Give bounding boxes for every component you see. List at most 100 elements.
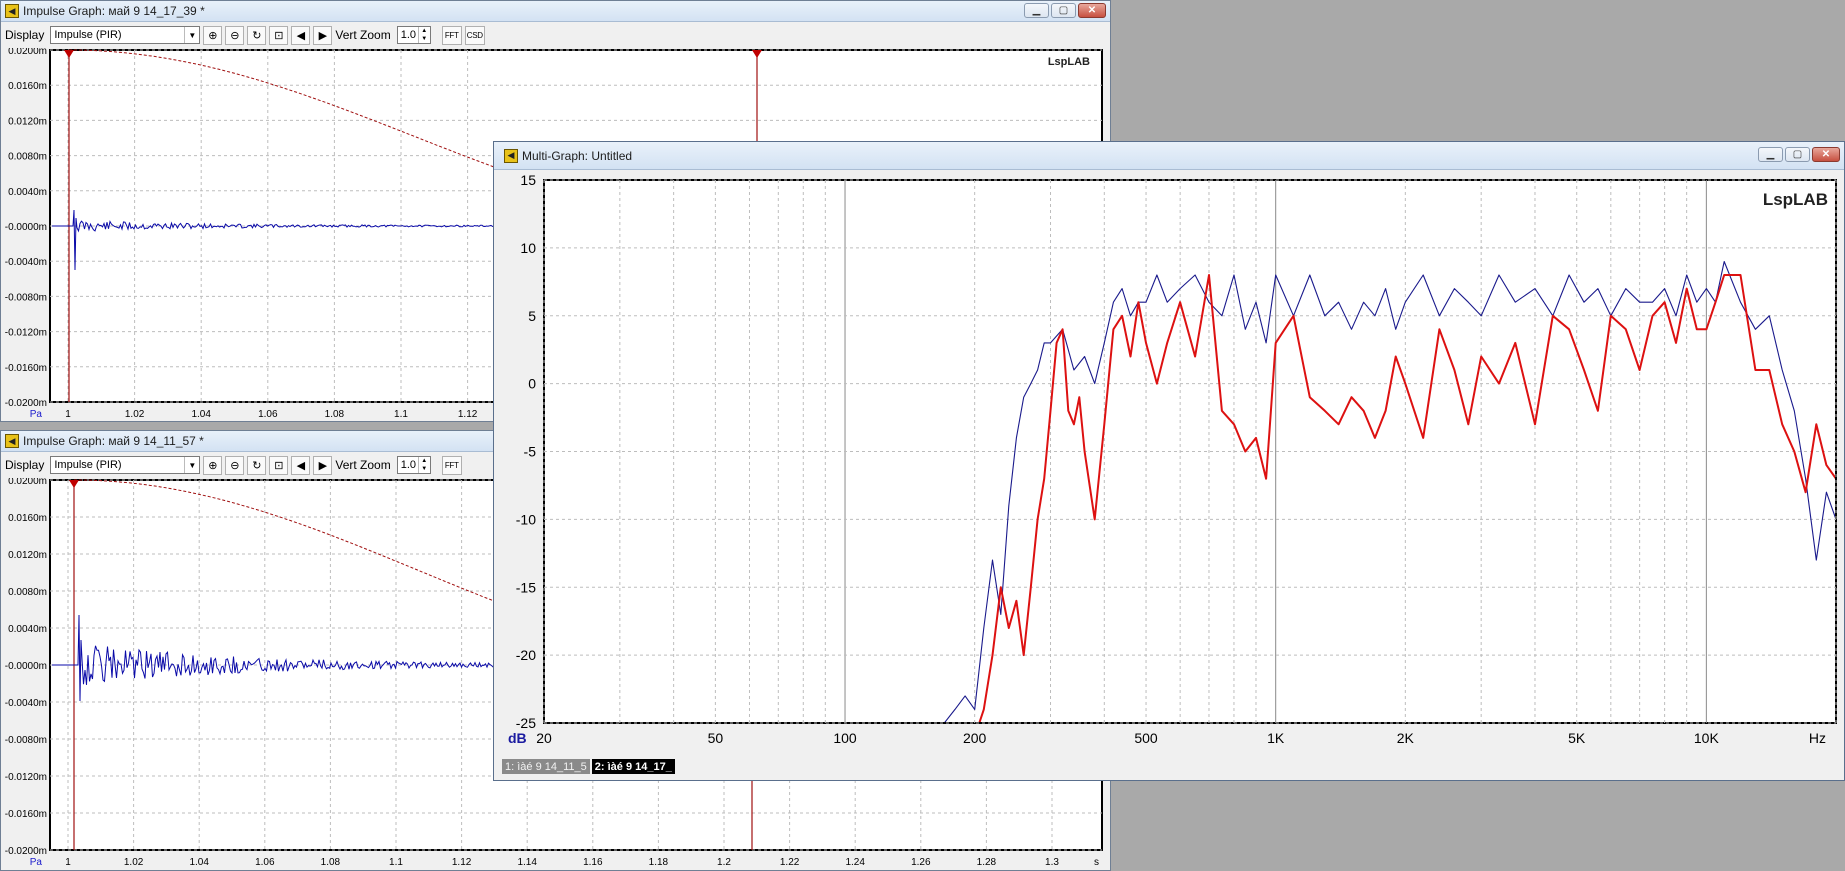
scroll-left-icon[interactable]: ◀ [291, 25, 311, 45]
maximize-button[interactable]: ▢ [1051, 3, 1076, 18]
x-tick-label: 1.06 [255, 857, 275, 868]
y-tick-label: -15 [516, 579, 536, 595]
y-tick-label: -0.0120m [5, 772, 47, 783]
x-tick-label: 100 [833, 730, 857, 746]
y-tick-label: -0.0160m [5, 809, 47, 820]
y-tick-label: 0.0200m [8, 48, 47, 57]
close-button[interactable]: ✕ [1812, 147, 1840, 162]
zoom-out-icon[interactable]: ⊖ [225, 25, 245, 45]
x-tick-label: 10K [1694, 730, 1720, 746]
x-axis-unit-label: Hz [1809, 730, 1826, 746]
y-tick-label: -10 [516, 511, 536, 527]
window-title: Multi-Graph: Untitled [522, 148, 633, 163]
x-tick-label: 1.08 [325, 409, 345, 420]
title-bar[interactable]: ◀ Impulse Graph: май 9 14_17_39 * ▁ ▢ ✕ [1, 1, 1110, 22]
y-tick-label: 0 [528, 376, 536, 392]
zoom-in-icon[interactable]: ⊕ [203, 25, 223, 45]
chevron-down-icon[interactable]: ▼ [184, 457, 199, 473]
zoom-out-icon[interactable]: ⊖ [225, 455, 245, 475]
y-tick-label: 0.0080m [8, 587, 47, 598]
legend-item-series-1[interactable]: 1: ìàé 9 14_11_5 [502, 759, 590, 774]
zoom-reset-icon[interactable]: ↻ [247, 25, 267, 45]
title-bar[interactable]: ◀ Multi-Graph: Untitled ▁ ▢ ✕ [494, 142, 1844, 170]
zoom-fit-icon[interactable]: ⊡ [269, 455, 289, 475]
fft-button[interactable]: FFT [441, 455, 462, 475]
y-tick-label: -25 [516, 715, 536, 731]
x-tick-label: 1.08 [321, 857, 341, 868]
y-tick-label: -0.0080m [5, 292, 47, 303]
x-unit-label: Pa [30, 409, 43, 420]
y-tick-label: 0.0160m [8, 81, 47, 92]
speaker-app-icon: ◀ [504, 148, 518, 163]
y-tick-label: -0.0160m [5, 363, 47, 374]
y-tick-label: -0.0200m [5, 846, 47, 857]
x-tick-label: 1 [65, 857, 71, 868]
close-button[interactable]: ✕ [1078, 3, 1106, 18]
x-tick-label: 1.26 [911, 857, 931, 868]
zoom-reset-icon[interactable]: ↻ [247, 455, 267, 475]
display-select-value: Impulse (PIR) [54, 459, 122, 471]
x-tick-label: 1.28 [977, 857, 997, 868]
x-unit-label: Pa [30, 857, 43, 868]
y-tick-label: 5 [528, 308, 536, 324]
display-select[interactable]: Impulse (PIR) ▼ [50, 26, 201, 44]
vert-zoom-input[interactable]: 1.0 ▲ ▼ [396, 26, 431, 44]
minimize-button[interactable]: ▁ [1024, 3, 1049, 18]
x-tick-label: 500 [1134, 730, 1158, 746]
y-tick-label: -5 [524, 444, 537, 460]
y-tick-label: -0.0040m [5, 257, 47, 268]
x-tick-label: 1.16 [583, 857, 603, 868]
display-select[interactable]: Impulse (PIR) ▼ [50, 456, 201, 474]
x-tick-label: 5K [1568, 730, 1586, 746]
impulse-toolbar: Display Impulse (PIR) ▼ ⊕ ⊖ ↻ ⊡ ◀ ▶ Vert… [1, 22, 1110, 49]
scroll-right-icon[interactable]: ▶ [313, 25, 333, 45]
y-tick-label: 0.0120m [8, 550, 47, 561]
y-tick-label: 0.0080m [8, 152, 47, 163]
x-tick-label: 20 [536, 730, 552, 746]
x-tick-label: 1.02 [124, 857, 144, 868]
y-tick-label: 0.0120m [8, 116, 47, 127]
y-tick-label: -0.0080m [5, 735, 47, 746]
y-axis-unit-label: dB [508, 730, 527, 746]
y-tick-label: -0.0000m [5, 222, 47, 233]
x-tick-label: 1.12 [458, 409, 478, 420]
x-tick-label: 1 [65, 409, 71, 420]
spin-arrows-icon[interactable]: ▲ ▼ [417, 457, 430, 473]
y-tick-label: -20 [516, 647, 536, 663]
minimize-button[interactable]: ▁ [1758, 147, 1783, 162]
zoom-fit-icon[interactable]: ⊡ [269, 25, 289, 45]
chevron-down-icon[interactable]: ▼ [184, 27, 199, 43]
x-tick-label: 1.24 [845, 857, 865, 868]
display-label: Display [5, 458, 45, 472]
zoom-in-icon[interactable]: ⊕ [203, 455, 223, 475]
x-tick-label: 1.06 [258, 409, 278, 420]
fft-button[interactable]: FFT [441, 25, 462, 45]
window-title: Impulse Graph: май 9 14_17_39 * [23, 4, 205, 18]
speaker-app-icon: ◀ [5, 434, 19, 448]
y-tick-label: 0.0160m [8, 513, 47, 524]
scroll-right-icon[interactable]: ▶ [313, 455, 333, 475]
series-legend: 1: ìàé 9 14_11_5 2: ìàé 9 14_17_ [502, 759, 675, 774]
legend-item-series-2[interactable]: 2: ìàé 9 14_17_ [591, 759, 675, 774]
x-tick-label: 1.1 [394, 409, 408, 420]
x-tick-label: 1.14 [517, 857, 537, 868]
maximize-button[interactable]: ▢ [1785, 147, 1810, 162]
frequency-response-graph[interactable]: 151050-5-10-15-20-2520 50 100 200 500 1K 2K 5K 1… [494, 170, 1844, 780]
x-tick-label: 1K [1267, 730, 1285, 746]
spin-arrows-icon[interactable]: ▲ ▼ [417, 27, 430, 43]
brand-watermark: LspLAB [1763, 190, 1828, 209]
x-tick-label: 1.04 [189, 857, 209, 868]
y-tick-label: -0.0120m [5, 328, 47, 339]
y-tick-label: 0.0040m [8, 624, 47, 635]
vert-zoom-input[interactable]: 1.0 ▲ ▼ [396, 456, 431, 474]
x-tick-label: 1.1 [389, 857, 403, 868]
multigraph-window[interactable]: ◀ Multi-Graph: Untitled ▁ ▢ ✕ 15 10 5 0 -5 -1… [493, 141, 1845, 781]
vert-zoom-label: Vert Zoom [335, 28, 391, 42]
x-tick-label: 200 [963, 730, 987, 746]
scroll-left-icon[interactable]: ◀ [291, 455, 311, 475]
x-tick-label: 1.2 [717, 857, 731, 868]
y-tick-label: 15 [520, 172, 536, 188]
x-tick-label: 1.22 [780, 857, 800, 868]
display-select-value: Impulse (PIR) [54, 29, 122, 41]
csd-button[interactable]: CSD [464, 25, 485, 45]
